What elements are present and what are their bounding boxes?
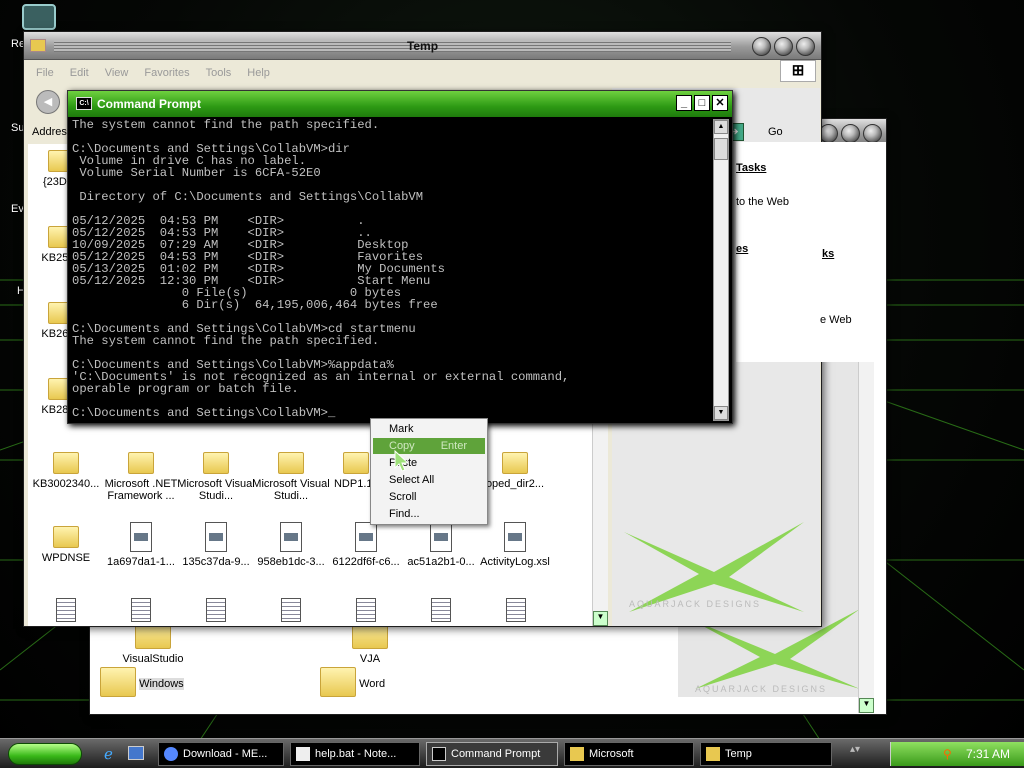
- folder-windows[interactable]: Windows: [100, 667, 184, 701]
- menu-item-paste[interactable]: Paste: [373, 455, 485, 471]
- address-label: Addres: [32, 126, 67, 138]
- places-heading: es: [736, 243, 749, 255]
- mouse-cursor-icon: [394, 450, 410, 472]
- publish-web-link[interactable]: to the Web: [736, 196, 789, 208]
- maximize-button[interactable]: □: [694, 95, 710, 111]
- scroll-up-icon[interactable]: ▲: [714, 120, 728, 134]
- folder-icon: [30, 39, 46, 52]
- desktop-label-3[interactable]: Ev: [11, 203, 24, 215]
- menu-favorites[interactable]: Favorites: [144, 67, 189, 79]
- text-file-icon[interactable]: [506, 598, 526, 622]
- cmd-titlebar[interactable]: C:\ Command Prompt _ □ ✕: [68, 91, 732, 117]
- taskbar: ℯ Download - ME... help.bat - Note... Co…: [0, 738, 1024, 768]
- context-menu: Mark CopyEnter Paste Select All Scroll F…: [370, 418, 488, 525]
- cmd-icon: C:\: [76, 97, 92, 110]
- temp-titlebar[interactable]: Temp: [24, 32, 821, 60]
- menu-edit[interactable]: Edit: [70, 67, 89, 79]
- taskbar-button-microsoft[interactable]: Microsoft: [564, 742, 694, 766]
- menu-file[interactable]: File: [36, 67, 54, 79]
- tray-chevron-icon[interactable]: ▴▾: [850, 744, 860, 755]
- menu-bar: File Edit View Favorites Tools Help: [28, 62, 771, 84]
- menu-tools[interactable]: Tools: [206, 67, 232, 79]
- text-file-icon[interactable]: [431, 598, 451, 622]
- maximize-button[interactable]: [841, 124, 860, 143]
- menu-item-find[interactable]: Find...: [373, 506, 485, 522]
- publish-web-link-2[interactable]: e Web: [820, 314, 852, 326]
- recycle-bin-icon[interactable]: [22, 4, 56, 30]
- show-desktop-icon[interactable]: [128, 746, 144, 760]
- system-tray: ⚲ 7:31 AM: [890, 742, 1024, 766]
- scroll-down-icon[interactable]: ▼: [714, 406, 728, 420]
- back-icon[interactable]: ◀: [36, 90, 60, 114]
- folder-word[interactable]: Word: [320, 667, 385, 701]
- minimize-button[interactable]: [752, 37, 771, 56]
- text-file-icon[interactable]: [131, 598, 151, 622]
- cmd-title: Command Prompt: [97, 97, 202, 111]
- taskbar-button-command-prompt[interactable]: Command Prompt: [426, 742, 558, 766]
- maximize-button[interactable]: [774, 37, 793, 56]
- menu-item-copy[interactable]: Copy Enter: [373, 438, 485, 454]
- close-button[interactable]: ✕: [712, 95, 728, 111]
- menu-item-select-all[interactable]: Select All: [373, 472, 485, 488]
- minimize-button[interactable]: _: [676, 95, 692, 111]
- text-file-icon[interactable]: [206, 598, 226, 622]
- cmd-scrollbar[interactable]: ▲ ▼: [713, 119, 729, 421]
- menu-help[interactable]: Help: [247, 67, 270, 79]
- console-line: operable program or batch file.: [72, 382, 299, 396]
- console-output[interactable]: The system cannot find the path specifie…: [72, 119, 716, 421]
- command-prompt-window[interactable]: C:\ Command Prompt _ □ ✕ The system cann…: [67, 90, 733, 424]
- file-item[interactable]: ActivityLog.xsl: [470, 522, 560, 568]
- scroll-thumb[interactable]: [714, 138, 728, 160]
- tasks-heading: Tasks: [736, 162, 767, 174]
- ie-icon[interactable]: ℯ: [104, 745, 113, 763]
- console-line: 6 Dir(s) 64,195,006,464 bytes free: [72, 298, 438, 312]
- text-file-icon[interactable]: [281, 598, 301, 622]
- text-file-icon[interactable]: [356, 598, 376, 622]
- console-line: Volume Serial Number is 6CFA-52E0: [72, 166, 321, 180]
- console-line: The system cannot find the path specifie…: [72, 334, 380, 348]
- window-title: Temp: [406, 39, 439, 53]
- clock[interactable]: 7:31 AM: [966, 742, 1010, 766]
- text-file-icon[interactable]: [56, 598, 76, 622]
- brand-text: AQUARJACK DESIGNS: [629, 599, 762, 609]
- close-button[interactable]: [796, 37, 815, 56]
- start-button[interactable]: [8, 743, 82, 765]
- task-panel: [736, 142, 886, 362]
- go-label[interactable]: Go: [768, 126, 783, 138]
- volume-icon[interactable]: ⚲: [943, 742, 952, 766]
- console-line: Directory of C:\Documents and Settings\C…: [72, 190, 424, 204]
- console-line: The system cannot find the path specifie…: [72, 119, 380, 132]
- menu-item-mark[interactable]: Mark: [373, 421, 485, 437]
- menu-item-scroll[interactable]: Scroll: [373, 489, 485, 505]
- taskbar-button-help-bat[interactable]: help.bat - Note...: [290, 742, 420, 766]
- tasks-heading-2: ks: [822, 248, 835, 260]
- menu-view[interactable]: View: [105, 67, 129, 79]
- brand-text: AQUARJACK DESIGNS: [695, 684, 828, 694]
- taskbar-button-download[interactable]: Download - ME...: [158, 742, 284, 766]
- taskbar-button-temp[interactable]: Temp: [700, 742, 832, 766]
- windows-logo-icon: ⊞: [780, 60, 816, 82]
- close-button[interactable]: [863, 124, 882, 143]
